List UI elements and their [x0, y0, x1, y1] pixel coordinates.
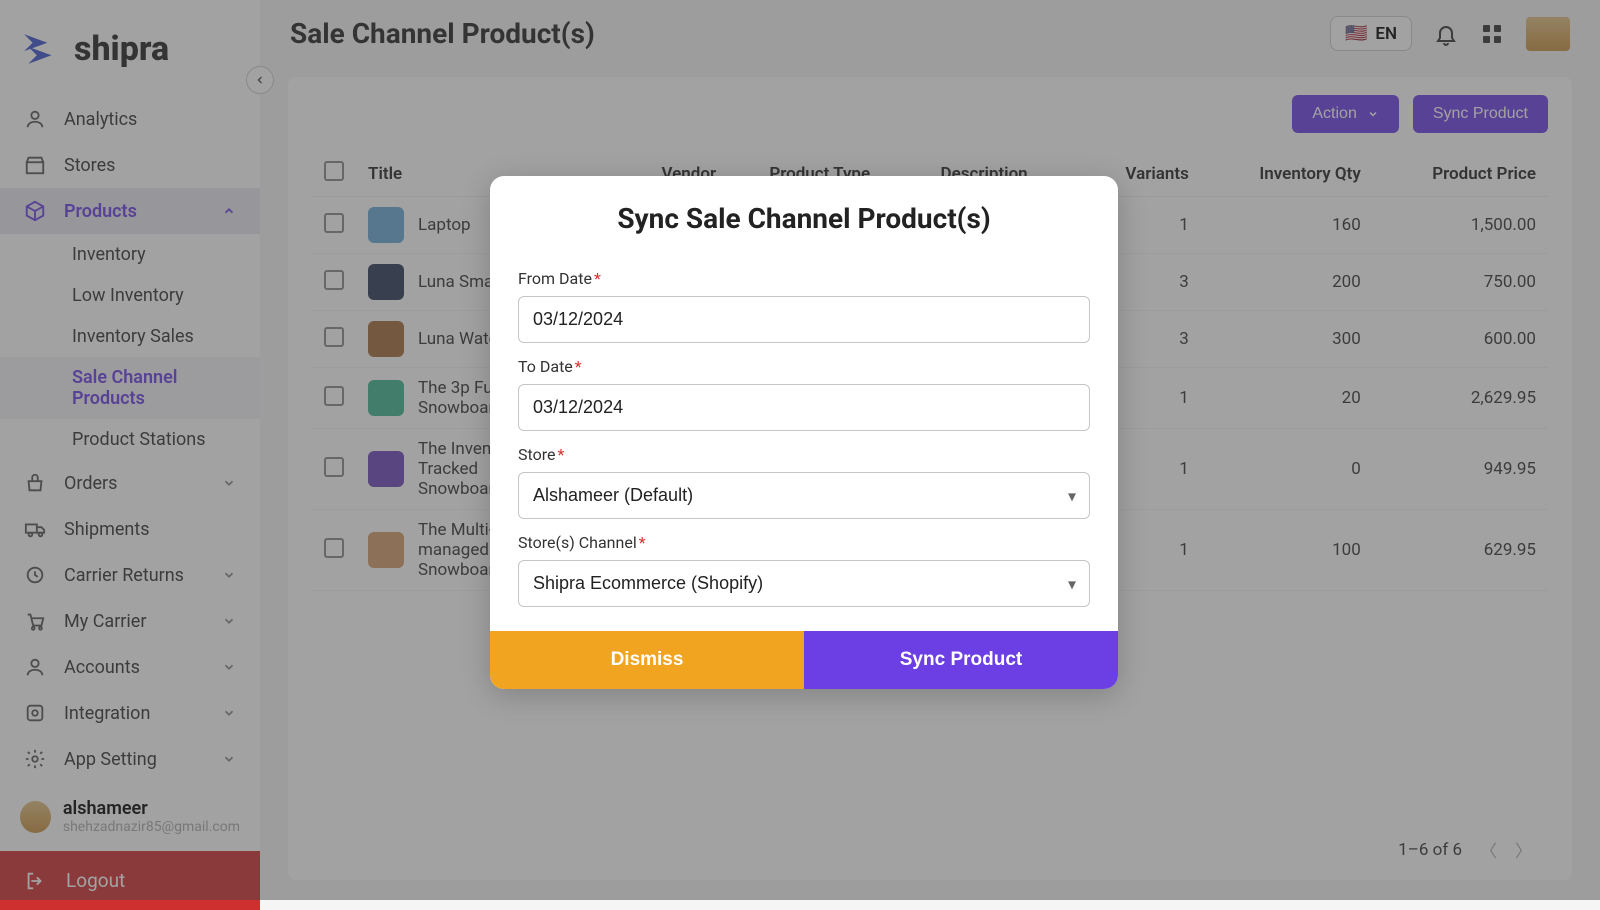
to-date-label: To Date* [518, 357, 1090, 376]
channel-label: Store(s) Channel* [518, 533, 1090, 552]
sync-modal: Sync Sale Channel Product(s) From Date* … [490, 176, 1118, 689]
to-date-input[interactable] [518, 384, 1090, 431]
modal-sync-button[interactable]: Sync Product [804, 631, 1118, 689]
modal-title: Sync Sale Channel Product(s) [490, 176, 1118, 255]
from-date-input[interactable] [518, 296, 1090, 343]
store-select[interactable] [518, 472, 1090, 519]
store-label: Store* [518, 445, 1090, 464]
dismiss-button[interactable]: Dismiss [490, 631, 804, 689]
from-date-label: From Date* [518, 269, 1090, 288]
channel-select[interactable] [518, 560, 1090, 607]
